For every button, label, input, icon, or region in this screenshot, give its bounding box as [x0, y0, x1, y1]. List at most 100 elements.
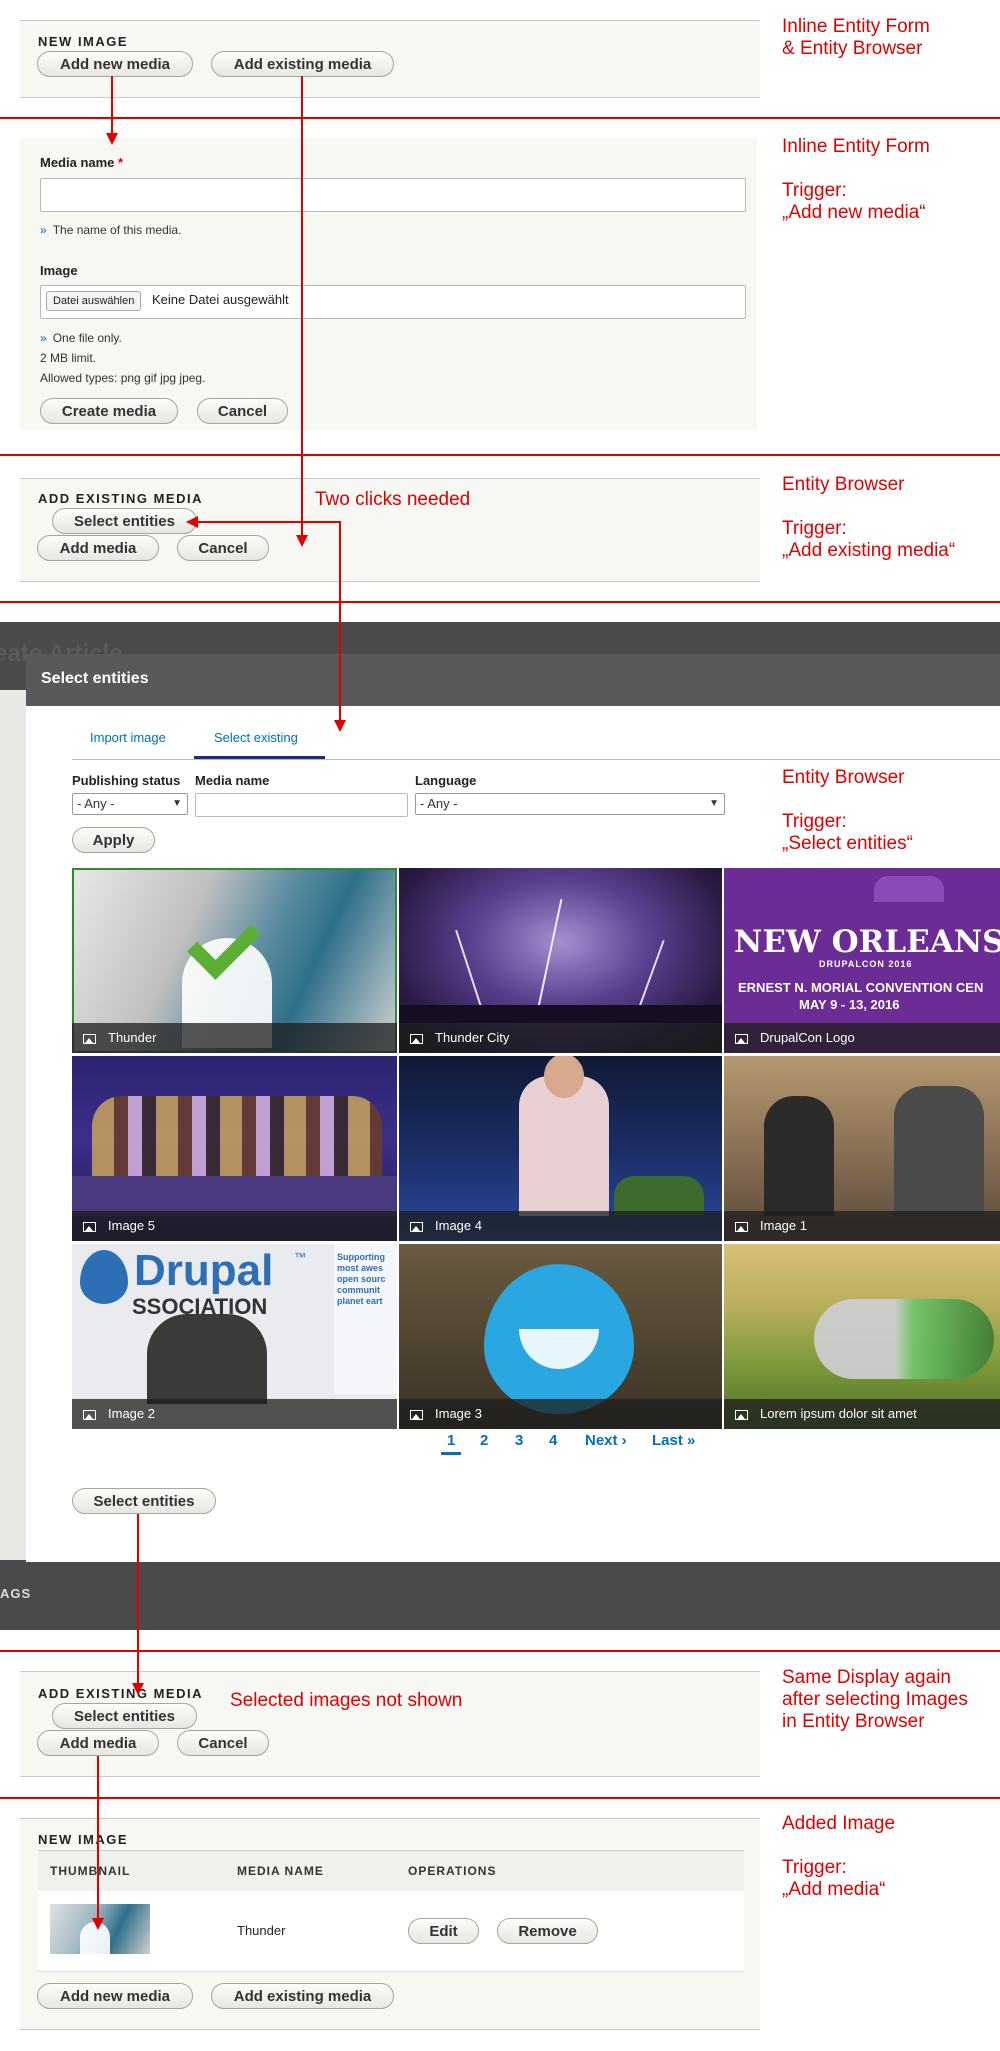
annotation-note: Entity Browser Trigger: „Select entities… [782, 767, 913, 855]
arrowhead [334, 720, 346, 732]
publishing-status-select[interactable]: - Any - ▼ [72, 793, 188, 815]
media-tile-thunder[interactable]: Thunder [72, 868, 397, 1053]
image-icon [735, 1410, 748, 1420]
media-tile-image-5[interactable]: Image 5 [72, 1056, 397, 1241]
selected-images-annotation: Selected images not shown [230, 1690, 463, 1711]
tile-label: Image 4 [435, 1218, 482, 1233]
plants [614, 1176, 704, 1216]
arrowhead [132, 1683, 144, 1695]
flow-arrow [137, 1514, 139, 1684]
create-media-button[interactable]: Create media [40, 398, 178, 424]
add-media-button[interactable]: Add media [37, 535, 159, 561]
media-tile-image-4[interactable]: Image 4 [399, 1056, 722, 1241]
logo-line-4: MAY 9 - 13, 2016 [799, 997, 900, 1012]
pager-last[interactable]: Last » [652, 1432, 695, 1449]
person-right [894, 1086, 984, 1216]
modal-header: Select entities [26, 654, 1000, 706]
media-name-column-header: MEDIA NAME [237, 1864, 324, 1878]
background-left-strip [0, 690, 26, 1560]
add-existing-media-button[interactable]: Add existing media [211, 1983, 394, 2009]
image-icon [83, 1222, 96, 1232]
person-left [764, 1096, 834, 1216]
tile-label: Image 1 [760, 1218, 807, 1233]
lightning-bolt [537, 898, 563, 1008]
section-title: ADD EXISTING MEDIA [38, 1686, 203, 1701]
media-tile-image-3[interactable]: Image 3 [399, 1244, 722, 1429]
file-upload-field [40, 285, 746, 319]
media-tile-thunder-city[interactable]: Thunder City [399, 868, 722, 1053]
remove-button[interactable]: Remove [497, 1918, 598, 1944]
pager-page-3[interactable]: 3 [515, 1432, 523, 1449]
divider [0, 1797, 1000, 1799]
add-media-button[interactable]: Add media [37, 1730, 159, 1756]
stage-performers [92, 1096, 382, 1176]
two-clicks-annotation: Two clicks needed [315, 489, 471, 510]
image-icon [735, 1034, 748, 1044]
media-table-header [38, 1850, 744, 1892]
chevron-down-icon: ▼ [709, 798, 719, 809]
logo-line-3: ERNEST N. MORIAL CONVENTION CEN [738, 980, 984, 995]
flow-arrow [339, 521, 341, 721]
image-icon [410, 1410, 423, 1420]
tile-label: DrupalCon Logo [760, 1030, 855, 1045]
media-name-description: » The name of this media. [40, 223, 182, 237]
pager-page-4[interactable]: 4 [549, 1432, 557, 1449]
language-label: Language [415, 773, 477, 788]
chevron-down-icon: ▼ [172, 798, 182, 809]
lightning-bolt [455, 929, 485, 1017]
flow-arrow [111, 76, 113, 134]
add-existing-media-button[interactable]: Add existing media [211, 51, 394, 77]
section-title: ADD EXISTING MEDIA [38, 491, 203, 506]
divider [0, 1650, 1000, 1652]
select-entities-submit-button[interactable]: Select entities [72, 1488, 216, 1514]
media-name-filter-input[interactable] [195, 793, 408, 817]
media-name-input[interactable] [40, 178, 746, 212]
tile-label: Image 5 [108, 1218, 155, 1233]
operations-column-header: OPERATIONS [408, 1864, 497, 1878]
tab-import-image[interactable]: Import image [90, 730, 166, 745]
annotation-note: Inline Entity Form Trigger: „Add new med… [782, 136, 930, 223]
tile-label: Thunder City [435, 1030, 510, 1045]
edit-button[interactable]: Edit [408, 1918, 479, 1944]
pager-next[interactable]: Next › [585, 1432, 627, 1449]
cancel-button[interactable]: Cancel [177, 535, 269, 561]
media-tile-drupalcon-logo[interactable]: NEW ORLEANS DRUPALCON 2016 ERNEST N. MOR… [724, 868, 1000, 1053]
add-new-media-button[interactable]: Add new media [37, 51, 193, 77]
required-mark: * [118, 155, 124, 170]
section-title: NEW IMAGE [38, 1832, 129, 1847]
annotation-note: Added Image Trigger: „Add media“ [782, 1813, 896, 1900]
section-title: NEW IMAGE [38, 34, 129, 49]
pager-page-1[interactable]: 1 [447, 1432, 455, 1449]
media-name-cell: Thunder [237, 1923, 286, 1938]
media-tile-lorem-ipsum[interactable]: Lorem ipsum dolor sit amet [724, 1244, 1000, 1429]
add-new-media-button[interactable]: Add new media [37, 1983, 193, 2009]
drop-icon [80, 1250, 128, 1304]
arrowhead [92, 1918, 104, 1930]
media-tile-image-1[interactable]: Image 1 [724, 1056, 1000, 1241]
select-entities-button[interactable]: Select entities [52, 1703, 197, 1729]
media-name-label: Media name * [40, 155, 124, 170]
tile-label: Lorem ipsum dolor sit amet [760, 1406, 917, 1421]
annotation-note: Inline Entity Form & Entity Browser [782, 16, 930, 59]
association-brand: Drupal [134, 1246, 274, 1295]
language-select[interactable]: - Any - ▼ [415, 793, 725, 815]
one-file-description: » One file only. [40, 331, 122, 345]
association-tm: ™ [294, 1250, 306, 1264]
arrowhead [186, 516, 198, 528]
flow-arrow [97, 1756, 99, 1919]
cancel-button[interactable]: Cancel [197, 398, 288, 424]
cancel-button[interactable]: Cancel [177, 1730, 269, 1756]
pager-page-2[interactable]: 2 [480, 1432, 488, 1449]
divider [0, 601, 1000, 603]
modal-title: Select entities [41, 670, 149, 687]
allowed-types-description: Allowed types: png gif jpg jpeg. [40, 371, 206, 385]
divider [0, 454, 1000, 456]
select-entities-button[interactable]: Select entities [52, 508, 197, 534]
choose-file-button[interactable]: Datei auswählen [46, 291, 142, 311]
annotation-note: Same Display again after selecting Image… [782, 1667, 968, 1732]
people-figures [147, 1314, 267, 1404]
media-tile-image-2[interactable]: Drupal ™ SSOCIATION Supporting most awes… [72, 1244, 397, 1429]
apply-button[interactable]: Apply [72, 827, 155, 853]
logo-line-2: DRUPALCON 2016 [819, 959, 913, 969]
tab-select-existing[interactable]: Select existing [214, 730, 298, 745]
